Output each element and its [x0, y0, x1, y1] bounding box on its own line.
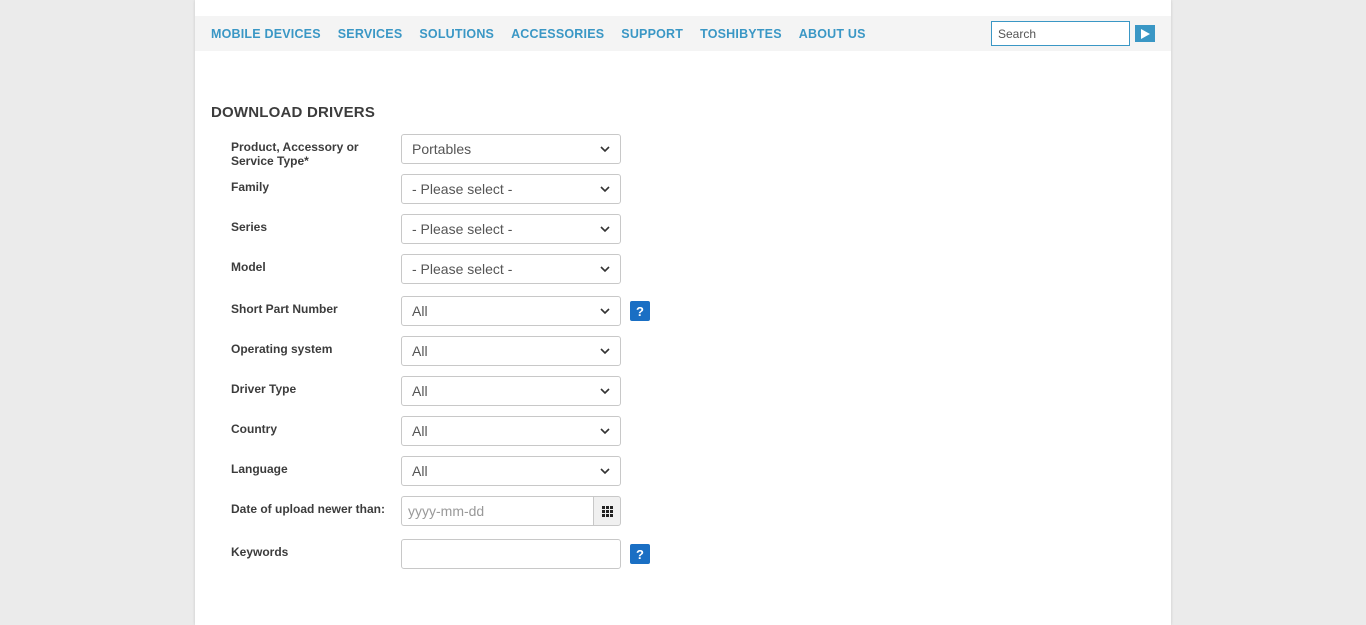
upload-date-label: Date of upload newer than:: [231, 502, 386, 516]
operating-system-value: All: [412, 343, 428, 359]
country-select[interactable]: All: [401, 416, 621, 446]
nav-list: MOBILE DEVICES SERVICES SOLUTIONS ACCESS…: [211, 16, 883, 51]
chevron-down-icon: [600, 308, 610, 315]
main-navigation: MOBILE DEVICES SERVICES SOLUTIONS ACCESS…: [195, 16, 1171, 51]
calendar-grid-icon: [601, 505, 613, 517]
nav-item-mobile-devices[interactable]: MOBILE DEVICES: [211, 27, 321, 41]
operating-system-label: Operating system: [231, 342, 333, 356]
short-part-number-select[interactable]: All: [401, 296, 621, 326]
page-container: MOBILE DEVICES SERVICES SOLUTIONS ACCESS…: [195, 0, 1171, 625]
nav-item-about-us[interactable]: ABOUT US: [799, 27, 866, 41]
language-label: Language: [231, 462, 288, 476]
family-value: - Please select -: [412, 181, 513, 197]
language-value: All: [412, 463, 428, 479]
search-input[interactable]: [991, 21, 1130, 46]
product-type-select[interactable]: Portables: [401, 134, 621, 164]
chevron-down-icon: [600, 428, 610, 435]
family-label: Family: [231, 180, 270, 194]
driver-type-select[interactable]: All: [401, 376, 621, 406]
short-part-number-label: Short Part Number: [231, 302, 338, 316]
keywords-label: Keywords: [231, 545, 289, 559]
model-label: Model: [231, 260, 266, 274]
language-select[interactable]: All: [401, 456, 621, 486]
country-label: Country: [231, 422, 277, 436]
chevron-down-icon: [600, 388, 610, 395]
short-part-number-value: All: [412, 303, 428, 319]
keywords-help-button[interactable]: ?: [630, 544, 650, 564]
page-title: DOWNLOAD DRIVERS: [211, 104, 376, 121]
series-label: Series: [231, 220, 268, 234]
chevron-down-icon: [600, 186, 610, 193]
model-select[interactable]: - Please select -: [401, 254, 621, 284]
nav-item-accessories[interactable]: ACCESSORIES: [511, 27, 604, 41]
chevron-down-icon: [600, 146, 610, 153]
product-type-value: Portables: [412, 141, 472, 157]
driver-type-label: Driver Type: [231, 382, 297, 396]
chevron-down-icon: [600, 348, 610, 355]
driver-type-value: All: [412, 383, 428, 399]
nav-item-solutions[interactable]: SOLUTIONS: [419, 27, 494, 41]
calendar-button[interactable]: [593, 496, 621, 526]
series-select[interactable]: - Please select -: [401, 214, 621, 244]
search-submit-button[interactable]: [1135, 25, 1155, 42]
upload-date-input[interactable]: [401, 496, 594, 526]
series-value: - Please select -: [412, 221, 513, 237]
keywords-input[interactable]: [401, 539, 621, 569]
country-value: All: [412, 423, 428, 439]
nav-item-toshibytes[interactable]: TOSHIBYTES: [700, 27, 782, 41]
chevron-down-icon: [600, 226, 610, 233]
play-arrow-icon: [1140, 28, 1150, 39]
product-type-label: Product, Accessory or Service Type*: [231, 140, 359, 168]
nav-item-support[interactable]: SUPPORT: [621, 27, 683, 41]
short-part-number-help-button[interactable]: ?: [630, 301, 650, 321]
chevron-down-icon: [600, 468, 610, 475]
family-select[interactable]: - Please select -: [401, 174, 621, 204]
model-value: - Please select -: [412, 261, 513, 277]
nav-item-services[interactable]: SERVICES: [338, 27, 403, 41]
chevron-down-icon: [600, 266, 610, 273]
operating-system-select[interactable]: All: [401, 336, 621, 366]
